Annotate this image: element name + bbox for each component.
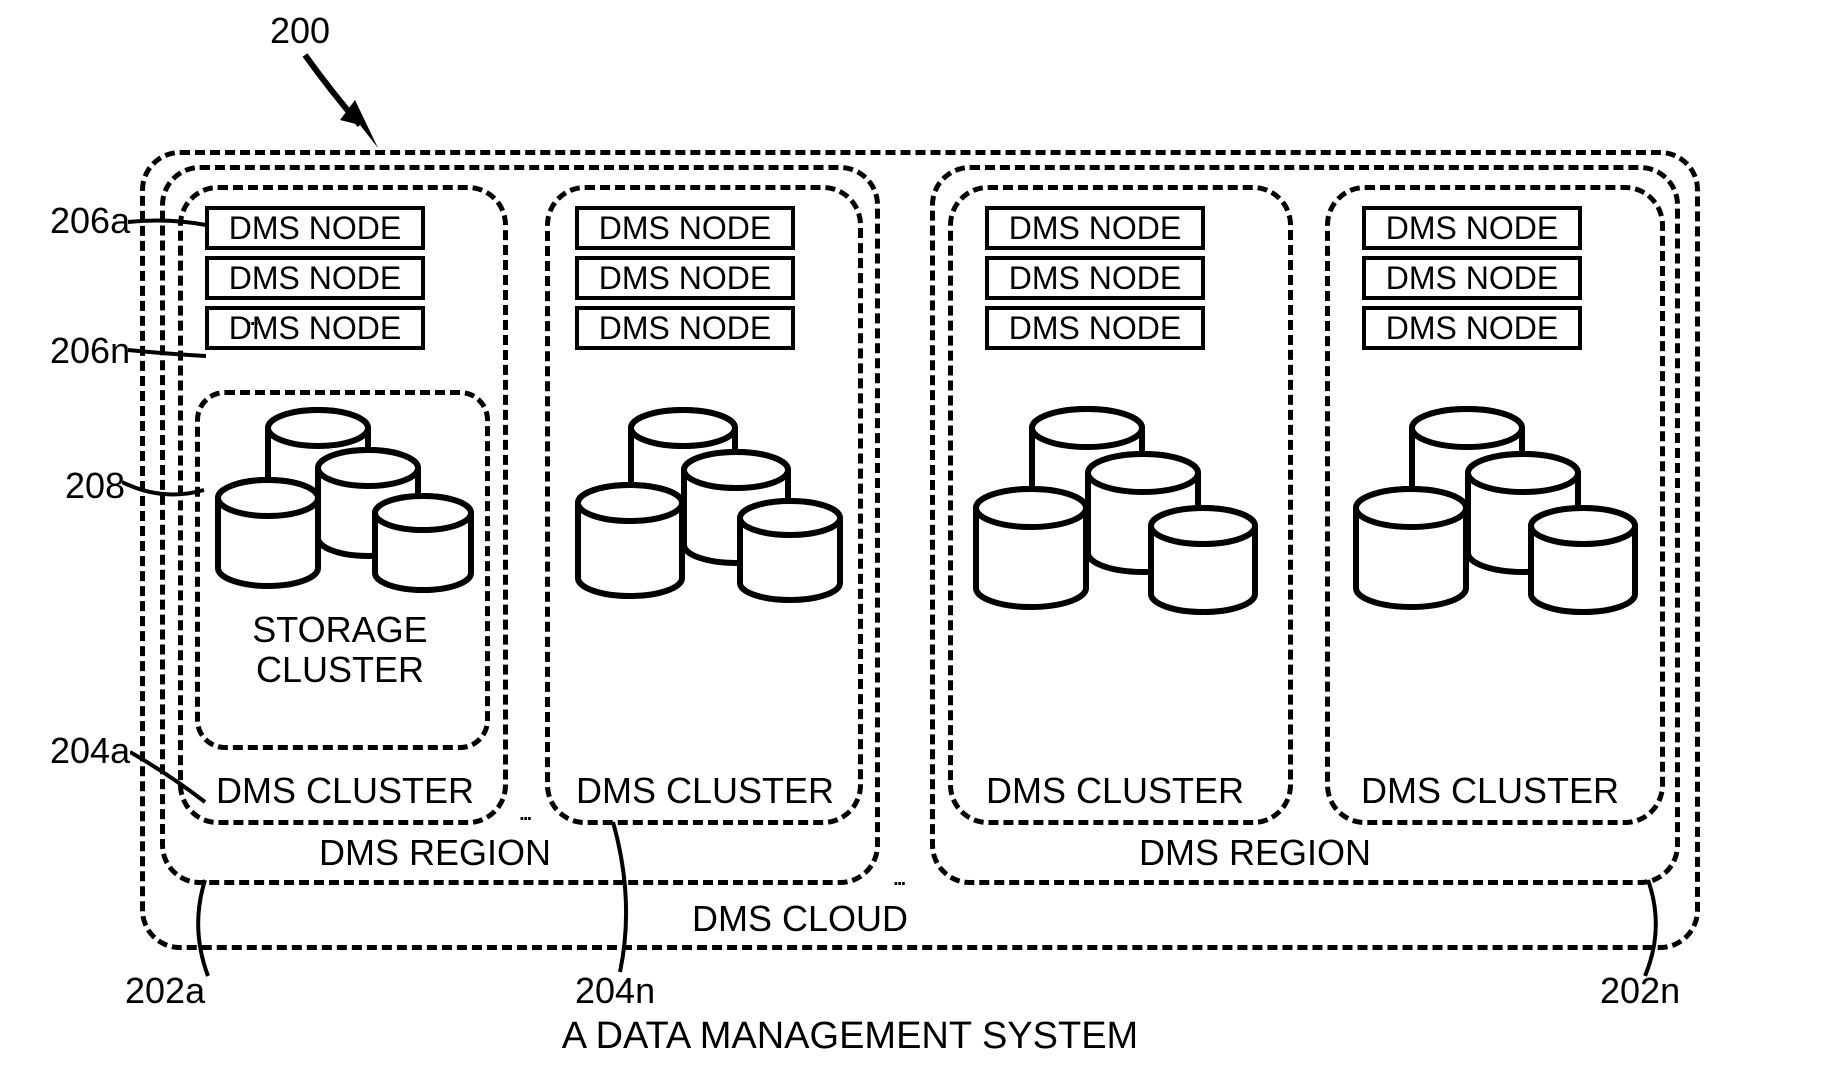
system-label: A DATA MANAGEMENT SYSTEM	[500, 1015, 1200, 1058]
nodes-col-1: DMS NODE DMS NODE DMS NODE	[205, 200, 425, 356]
leader-204a	[130, 740, 210, 810]
dms-region-left-label: DMS REGION	[310, 832, 560, 874]
cylinders-4	[1345, 398, 1645, 638]
arrow-200	[300, 50, 390, 150]
dms-node: DMS NODE	[205, 206, 425, 250]
dms-cluster-1-label: DMS CLUSTER	[205, 770, 485, 812]
storage-cluster-label: STORAGE CLUSTER	[225, 610, 455, 689]
dms-cloud-label: DMS CLOUD	[675, 898, 925, 940]
storage-cluster-text: STORAGE CLUSTER	[252, 609, 427, 690]
ref-206a: 206a	[50, 200, 130, 242]
cluster-ellipsis-left: ...	[518, 795, 529, 827]
dms-node: DMS NODE	[1362, 256, 1582, 300]
cylinders-1	[208, 398, 478, 608]
node-ellipsis-1: ...	[245, 300, 256, 332]
region-ellipsis: ...	[892, 860, 903, 892]
dms-node: DMS NODE	[205, 306, 425, 350]
cylinders-3	[965, 398, 1265, 638]
leader-202n	[1630, 878, 1690, 978]
nodes-col-3: DMS NODE DMS NODE DMS NODE	[985, 200, 1205, 356]
leader-206a	[128, 210, 208, 240]
leader-208	[122, 470, 207, 510]
ref-206n: 206n	[50, 330, 130, 372]
dms-node: DMS NODE	[985, 206, 1205, 250]
ref-200: 200	[270, 10, 330, 52]
dms-node: DMS NODE	[985, 256, 1205, 300]
dms-node: DMS NODE	[575, 256, 795, 300]
dms-cluster-4-label: DMS CLUSTER	[1350, 770, 1630, 812]
leader-202a	[180, 878, 240, 978]
nodes-col-2: DMS NODE DMS NODE DMS NODE	[575, 200, 795, 356]
dms-node: DMS NODE	[1362, 206, 1582, 250]
ref-204n: 204n	[575, 970, 655, 1012]
leader-206n	[128, 338, 208, 368]
cylinders-2	[568, 398, 848, 628]
dms-node: DMS NODE	[985, 306, 1205, 350]
dms-node: DMS NODE	[575, 206, 795, 250]
leader-204n	[605, 820, 655, 975]
ref-208: 208	[65, 465, 125, 507]
dms-cluster-3-label: DMS CLUSTER	[975, 770, 1255, 812]
dms-cluster-2-label: DMS CLUSTER	[565, 770, 845, 812]
dms-node: DMS NODE	[575, 306, 795, 350]
diagram-stage: 200 DMS CLOUD DMS REGION ... DMS REGION …	[50, 10, 1750, 1070]
dms-region-right-label: DMS REGION	[1130, 832, 1380, 874]
ref-204a: 204a	[50, 730, 130, 772]
dms-node: DMS NODE	[1362, 306, 1582, 350]
nodes-col-4: DMS NODE DMS NODE DMS NODE	[1362, 200, 1582, 356]
dms-node: DMS NODE	[205, 256, 425, 300]
